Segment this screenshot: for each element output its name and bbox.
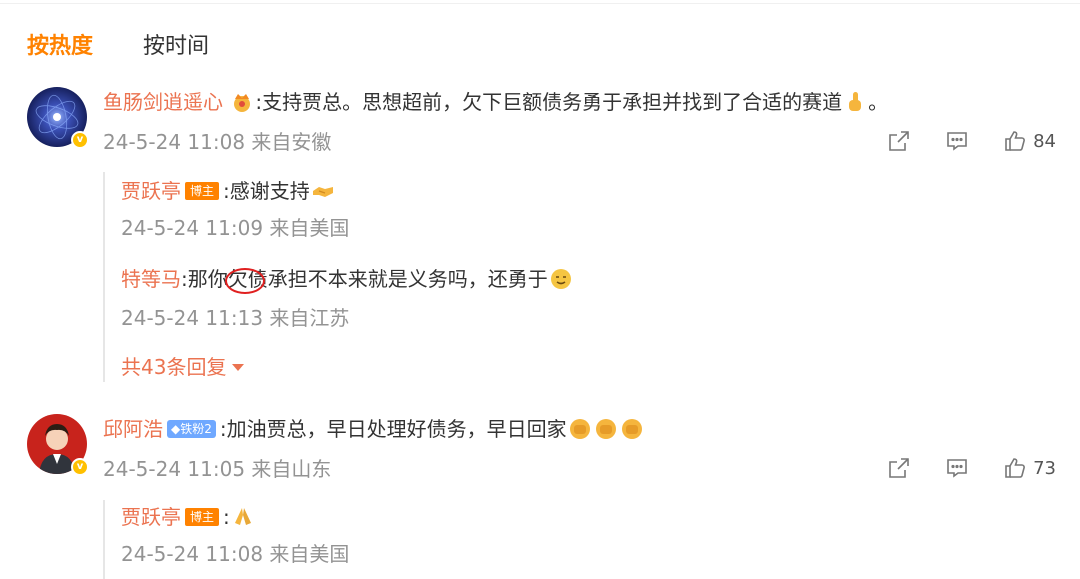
- fan-badge: ◆铁粉2: [167, 420, 216, 438]
- more-replies-label[interactable]: 共43条回复: [121, 355, 226, 379]
- reply-username[interactable]: 特等马: [121, 267, 181, 291]
- crown-badge-icon: [230, 90, 254, 114]
- fist-emoji-icon: [568, 417, 592, 441]
- verified-icon: v: [71, 458, 89, 476]
- comment-username[interactable]: 鱼肠剑逍遥心: [103, 90, 223, 114]
- comment-actions: 73: [853, 456, 1056, 480]
- tab-time[interactable]: 按时间: [143, 28, 209, 60]
- reply-body: 贾跃亭 博主:感谢支持: [121, 176, 336, 206]
- comment-button[interactable]: [945, 456, 969, 480]
- comment-meta: 24-5-24 11:05 来自山东: [103, 457, 332, 481]
- fist-emoji-icon: [594, 417, 618, 441]
- reply-list: 贾跃亭 博主: 24-5-24 11:08 来自美国: [103, 500, 349, 579]
- like-button[interactable]: 73: [1003, 456, 1056, 480]
- reply-username[interactable]: 贾跃亭: [121, 505, 181, 529]
- comment-meta: 24-5-24 11:08 来自安徽: [103, 130, 332, 154]
- top-divider: [0, 3, 1080, 4]
- thumbs-up-emoji-icon: [843, 90, 867, 114]
- reply-body: 特等马:那你欠债承担不本来就是义务吗，还勇于: [121, 264, 574, 294]
- reply-text-part-a: :那你: [181, 267, 228, 291]
- share-icon: [889, 131, 909, 151]
- tab-hot[interactable]: 按热度: [27, 28, 93, 60]
- fan-badge-label: 铁粉2: [180, 422, 212, 436]
- comment-body: 邱阿浩 ◆铁粉2:加油贾总，早日处理好债务，早日回家: [103, 414, 645, 444]
- comment-username[interactable]: 邱阿浩: [103, 417, 163, 441]
- like-count: 73: [1033, 457, 1056, 479]
- share-button[interactable]: [887, 129, 911, 153]
- comment-body: 鱼肠剑逍遥心 :支持贾总。思想超前，欠下巨额债务勇于承担并找到了合适的赛道 。: [103, 87, 888, 117]
- author-badge: 博主: [185, 508, 220, 526]
- share-button[interactable]: [887, 456, 911, 480]
- avatar[interactable]: v: [27, 87, 89, 149]
- reply-text: :: [223, 505, 230, 529]
- sort-tabs: 按热度 按时间: [27, 28, 209, 60]
- fist-emoji-icon: [620, 417, 644, 441]
- comment-icon: [947, 459, 967, 478]
- more-replies-link[interactable]: 共43条回复: [121, 352, 245, 382]
- comment-text-end: 。: [868, 90, 889, 114]
- like-button[interactable]: 84: [1003, 129, 1056, 153]
- reply-meta: 24-5-24 11:08 来自美国: [121, 542, 350, 566]
- comment-button[interactable]: [945, 129, 969, 153]
- comment-icon: [947, 132, 967, 151]
- reply-meta: 24-5-24 11:09 来自美国: [121, 216, 350, 240]
- red-circle-annotation: [225, 268, 265, 294]
- handshake-emoji-icon: [311, 179, 335, 203]
- reply-body: 贾跃亭 博主:: [121, 502, 256, 532]
- pray-emoji-icon: [231, 505, 255, 529]
- reply-text: :感谢支持: [223, 179, 310, 203]
- like-icon: [1005, 458, 1026, 478]
- chevron-down-icon: [232, 364, 245, 371]
- reply-meta: 24-5-24 11:13 来自江苏: [121, 306, 350, 330]
- share-icon: [889, 458, 909, 478]
- like-icon: [1005, 131, 1026, 151]
- comment-text: :加油贾总，早日处理好债务，早日回家: [219, 417, 567, 441]
- comment-text: :支持贾总。思想超前，欠下巨额债务勇于承担并找到了合适的赛道: [255, 90, 843, 114]
- reply-list: 贾跃亭 博主:感谢支持 24-5-24 11:09 来自美国 特等马:那你欠债承担…: [103, 172, 571, 382]
- reply-username[interactable]: 贾跃亭: [121, 179, 181, 203]
- comment-actions: 84: [853, 129, 1056, 153]
- smirk-emoji-icon: [549, 267, 573, 291]
- author-badge: 博主: [185, 182, 220, 200]
- reply-text-part-b: 欠债承担不本来就是义务吗，还勇于: [227, 267, 548, 291]
- verified-icon: v: [71, 131, 89, 149]
- avatar[interactable]: v: [27, 414, 89, 476]
- like-count: 84: [1033, 130, 1056, 152]
